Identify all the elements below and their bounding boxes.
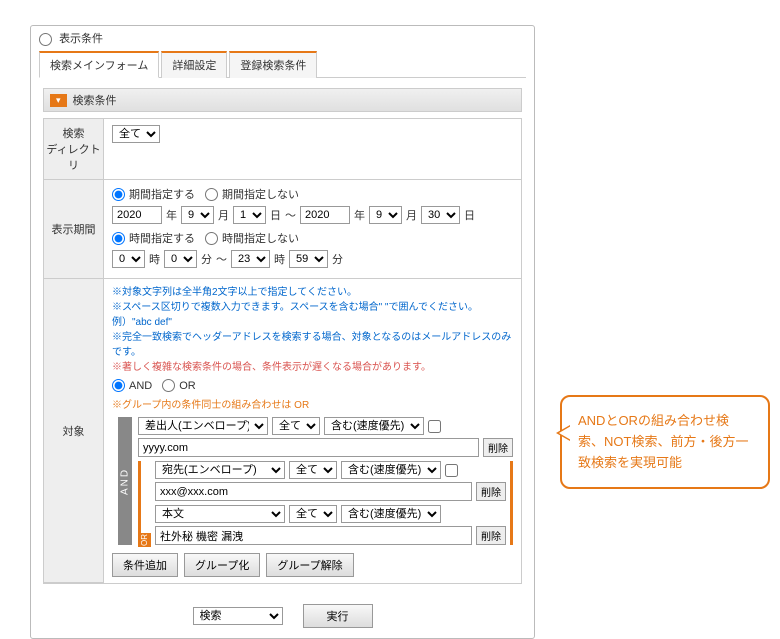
logic-and-label: AND <box>129 380 152 392</box>
c3-scope[interactable]: 全て <box>289 505 337 523</box>
year-unit: 年 <box>166 207 177 223</box>
group-button[interactable]: グループ化 <box>184 553 260 577</box>
logic-or[interactable] <box>162 379 175 392</box>
time-spec-no-label: 時間指定しない <box>222 230 299 246</box>
c1-field[interactable]: 差出人(エンベロープ) <box>138 417 268 435</box>
c3-value[interactable] <box>155 526 472 545</box>
time-spec-yes[interactable] <box>112 232 125 245</box>
c1-check[interactable] <box>428 420 441 433</box>
feature-callout: ANDとORの組み合わせ検索、NOT検索、前方・後方一致検索を実現可能 <box>560 395 770 489</box>
ungroup-button[interactable]: グループ解除 <box>266 553 353 577</box>
section-title: 検索条件 <box>73 92 117 108</box>
period-spec-yes-label: 期間指定する <box>129 186 195 202</box>
month-unit: 月 <box>218 207 229 223</box>
from-month[interactable]: 9 <box>181 206 214 224</box>
target-notes: ※対象文字列は全半角2文字以上で指定してください。 ※スペース区切りで複数入力で… <box>112 285 513 375</box>
c3-delete[interactable]: 削除 <box>476 526 506 545</box>
day-unit: 日 <box>270 207 281 223</box>
day-unit2: 日 <box>464 207 475 223</box>
period-spec-no-label: 期間指定しない <box>222 186 299 202</box>
time-spec-no[interactable] <box>205 232 218 245</box>
c2-delete[interactable]: 削除 <box>476 482 506 501</box>
c3-match[interactable]: 含む(速度優先) <box>341 505 441 523</box>
c2-match[interactable]: 含む(速度優先) <box>341 461 441 479</box>
from-min[interactable]: 0 <box>164 250 197 268</box>
tilde: ～ <box>285 207 296 223</box>
dir-label: 検索 ディレクト リ <box>44 119 104 180</box>
logic-and[interactable] <box>112 379 125 392</box>
min-unit2: 分 <box>332 251 343 267</box>
tilde2: ～ <box>216 251 227 267</box>
c1-delete[interactable]: 削除 <box>483 438 513 457</box>
c1-value[interactable] <box>138 438 479 457</box>
search-conditions-header: ▾ 検索条件 <box>43 88 522 112</box>
to-month[interactable]: 9 <box>369 206 402 224</box>
c2-value[interactable] <box>155 482 472 501</box>
hour-unit: 時 <box>149 251 160 267</box>
from-hour[interactable]: 0 <box>112 250 145 268</box>
period-spec-yes[interactable] <box>112 188 125 201</box>
month-unit2: 月 <box>406 207 417 223</box>
c3-field[interactable]: 本文 <box>155 505 285 523</box>
panel-title: 表示条件 <box>59 33 103 45</box>
to-hour[interactable]: 23 <box>231 250 270 268</box>
mode-select[interactable]: 検索 <box>193 607 283 625</box>
panel-title-row: 表示条件 <box>31 26 534 50</box>
year-unit2: 年 <box>354 207 365 223</box>
collapse-icon[interactable]: ▾ <box>50 94 67 107</box>
period-spec-no[interactable] <box>205 188 218 201</box>
run-button[interactable]: 実行 <box>303 604 373 628</box>
from-year[interactable] <box>112 206 162 224</box>
panel-radio[interactable] <box>39 33 52 46</box>
and-bar: AND <box>118 417 132 545</box>
time-spec-yes-label: 時間指定する <box>129 230 195 246</box>
c2-field[interactable]: 宛先(エンベロープ) <box>155 461 285 479</box>
to-year[interactable] <box>300 206 350 224</box>
display-conditions-panel: 表示条件 検索メインフォーム 詳細設定 登録検索条件 ▾ 検索条件 検索 ディレ… <box>30 25 535 639</box>
hour-unit2: 時 <box>274 251 285 267</box>
or-badge: OR <box>138 533 151 547</box>
tab-bar: 検索メインフォーム 詳細設定 登録検索条件 <box>39 50 526 78</box>
from-day[interactable]: 1 <box>233 206 266 224</box>
add-condition-button[interactable]: 条件追加 <box>112 553 178 577</box>
period-label: 表示期間 <box>44 180 104 279</box>
group-note: ※グループ内の条件同士の組み合わせは OR <box>112 396 513 411</box>
min-unit: 分 <box>201 251 212 267</box>
tab-saved[interactable]: 登録検索条件 <box>229 51 317 78</box>
dir-select[interactable]: 全て <box>112 125 160 143</box>
to-day[interactable]: 30 <box>421 206 460 224</box>
c1-match[interactable]: 含む(速度優先) <box>324 417 424 435</box>
c1-scope[interactable]: 全て <box>272 417 320 435</box>
to-min[interactable]: 59 <box>289 250 328 268</box>
tab-advanced[interactable]: 詳細設定 <box>161 51 227 78</box>
tab-main-form[interactable]: 検索メインフォーム <box>39 51 159 78</box>
logic-or-label: OR <box>179 380 196 392</box>
target-label: 対象 <box>44 279 104 583</box>
c2-scope[interactable]: 全て <box>289 461 337 479</box>
c2-check[interactable] <box>445 464 458 477</box>
